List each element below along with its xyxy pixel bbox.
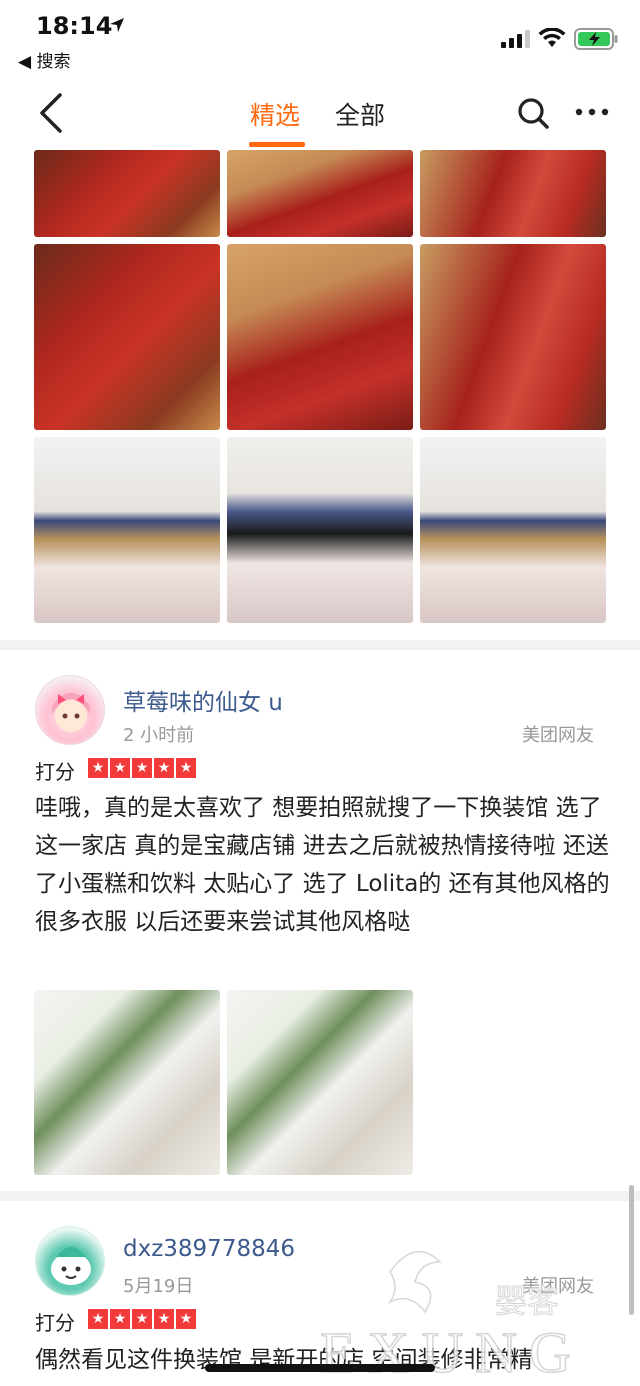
- review-text[interactable]: 哇哦，真的是太喜欢了 想要拍照就搜了一下换装馆 选了这一家店 真的是宝藏店铺 进…: [35, 789, 610, 941]
- star-rating: ★ ★ ★ ★ ★: [88, 1309, 196, 1329]
- top-nav-bar: 精选 全部: [0, 78, 640, 150]
- review-photo[interactable]: [227, 990, 413, 1175]
- star-icon: ★: [88, 758, 108, 778]
- rating-label: 打分: [35, 1311, 75, 1335]
- review-photo[interactable]: [227, 437, 413, 623]
- star-icon: ★: [110, 758, 130, 778]
- review-photo[interactable]: [420, 437, 606, 623]
- star-icon: ★: [132, 758, 152, 778]
- star-icon: ★: [176, 758, 196, 778]
- status-time: 18:14: [36, 12, 113, 40]
- review-photo[interactable]: [34, 437, 220, 623]
- status-bar: 18:14 ◀ 搜索: [0, 0, 640, 78]
- home-indicator[interactable]: [205, 1364, 435, 1372]
- rating-label: 打分: [35, 760, 75, 784]
- battery-charging-icon: [574, 28, 618, 50]
- review-time: 2 小时前: [123, 725, 195, 746]
- tab-featured[interactable]: 精选: [250, 96, 300, 132]
- review-username[interactable]: 草莓味的仙女 u: [123, 683, 283, 717]
- cellular-signal-icon: [501, 30, 530, 48]
- location-arrow-icon: [110, 18, 124, 32]
- avatar[interactable]: [35, 1226, 105, 1296]
- review-photo[interactable]: [34, 990, 220, 1175]
- section-divider: [0, 1191, 640, 1201]
- star-icon: ★: [154, 1309, 174, 1329]
- star-icon: ★: [154, 758, 174, 778]
- avatar[interactable]: [35, 675, 105, 745]
- review-photo[interactable]: [34, 244, 220, 430]
- brand-watermark-logo: 婴客 EXUNG: [320, 1250, 583, 1382]
- svg-text:婴客: 婴客: [495, 1282, 559, 1320]
- scrollbar[interactable]: [629, 1185, 634, 1315]
- review-photo[interactable]: [420, 150, 606, 237]
- star-icon: ★: [110, 1309, 130, 1329]
- section-divider: [0, 640, 640, 650]
- star-rating: ★ ★ ★ ★ ★: [88, 758, 196, 778]
- star-icon: ★: [132, 1309, 152, 1329]
- star-icon: ★: [176, 1309, 196, 1329]
- review-time: 5月19日: [123, 1276, 194, 1297]
- avatar-character-icon: [51, 1247, 91, 1285]
- back-to-search-link[interactable]: ◀ 搜索: [18, 47, 70, 72]
- tab-all[interactable]: 全部: [335, 96, 385, 132]
- review-photo[interactable]: [34, 150, 220, 237]
- review-username[interactable]: dxz389778846: [123, 1236, 295, 1262]
- star-icon: ★: [88, 1309, 108, 1329]
- review-photo[interactable]: [420, 244, 606, 430]
- more-options-icon[interactable]: [575, 108, 609, 116]
- svg-text:EXUNG: EXUNG: [320, 1320, 583, 1382]
- back-arrow-icon[interactable]: [36, 92, 66, 134]
- review-source: 美团网友: [522, 725, 594, 746]
- tab-selected-indicator: [249, 142, 305, 147]
- wifi-icon: [538, 28, 566, 47]
- avatar-girl-icon: [52, 693, 90, 732]
- review-photo[interactable]: [227, 150, 413, 237]
- search-icon[interactable]: [516, 96, 550, 130]
- review-photo[interactable]: [227, 244, 413, 430]
